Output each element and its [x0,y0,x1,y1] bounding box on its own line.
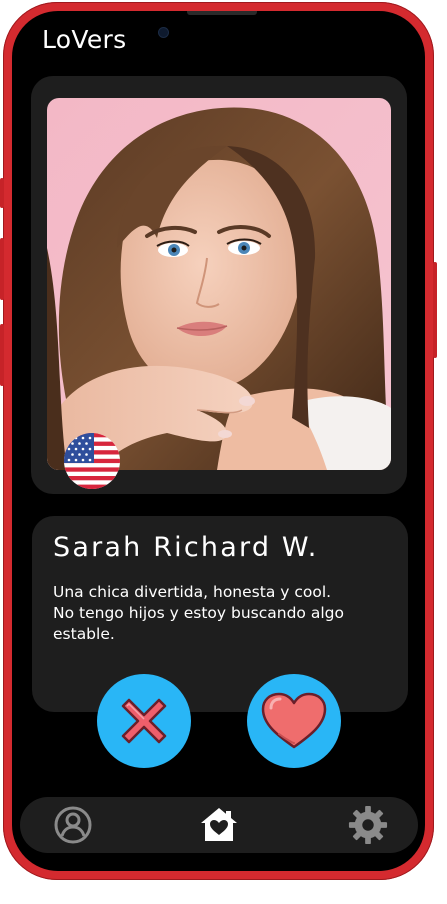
home-heart-icon [201,808,237,841]
user-icon [54,806,92,844]
profile-bio-line: No tengo hijos y estoy buscando algo [53,604,344,622]
phone-side-button [433,262,437,358]
profile-info-card: Sarah Richard W. Una chica divertida, ho… [32,516,408,712]
bottom-nav [20,797,418,853]
like-button[interactable] [247,674,341,768]
dislike-button[interactable] [97,674,191,768]
profile-photo[interactable] [47,98,391,470]
phone-side-button [0,178,4,208]
profile-bio-line: Una chica divertida, honesta y cool. [53,583,332,601]
profile-bio-line: estable. [53,625,115,643]
profile-photo-card[interactable] [31,76,407,494]
us-flag-icon [64,433,120,489]
app-title: LoVers [42,25,127,54]
gear-icon [348,805,388,845]
heart-icon [261,692,327,749]
nav-settings[interactable] [348,805,388,845]
phone-side-button [0,238,4,300]
phone-side-button [0,324,4,386]
close-x-icon [121,698,167,744]
front-camera [159,28,168,37]
nav-profile[interactable] [53,805,93,845]
nav-home[interactable] [199,805,239,845]
profile-bio: Una chica divertida, honesta y cool. No … [53,582,393,645]
phone-screen: LoVers Sarah Richard W. Una chica divert… [12,11,425,871]
speaker-grille [187,11,257,15]
profile-name: Sarah Richard W. [53,532,319,563]
phone-frame: LoVers Sarah Richard W. Una chica divert… [0,2,437,880]
profile-photo-illustration [47,98,391,470]
